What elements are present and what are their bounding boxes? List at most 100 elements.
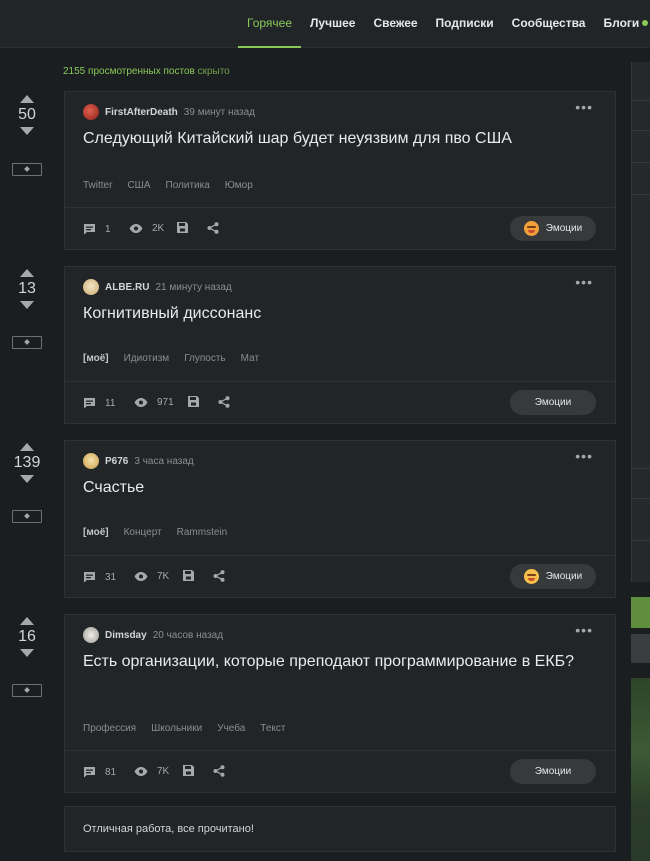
post-score: 16 (18, 628, 36, 645)
downvote-icon[interactable] (20, 475, 34, 483)
nav-tab-subscriptions[interactable]: Подписки (427, 0, 503, 48)
share-icon[interactable] (218, 396, 230, 408)
downvote-icon[interactable] (20, 127, 34, 135)
post-score: 50 (18, 106, 36, 123)
tag-link[interactable]: Мат (241, 353, 259, 364)
post-title[interactable]: Когнитивный диссонанс (83, 302, 583, 325)
tag-link[interactable]: Глупость (184, 353, 225, 364)
post-time: 39 минут назад (183, 106, 255, 118)
save-icon[interactable] (177, 222, 188, 233)
author-name[interactable]: P676 (105, 456, 128, 467)
emotions-button[interactable]: Эмоции (510, 564, 596, 589)
tag-link[interactable]: Идиотизм (124, 353, 170, 364)
tag-link[interactable]: Профессия (83, 723, 136, 734)
emotions-label: Эмоции (534, 766, 572, 777)
nav-tab-blogs[interactable]: Блоги (594, 0, 650, 48)
views-count: 971 (157, 397, 174, 408)
nav-tab-best[interactable]: Лучшее (301, 0, 364, 48)
author-name[interactable]: FirstAfterDeath (105, 107, 178, 118)
author-name[interactable]: Dimsday (105, 630, 147, 641)
tag-link[interactable]: Школьники (151, 723, 202, 734)
author-avatar[interactable] (83, 453, 99, 469)
top-navigation-bar: Горячее Лучшее Свежее Подписки Сообществ… (0, 0, 650, 48)
post-title[interactable]: Есть организации, которые преподают прог… (83, 650, 583, 673)
post-score: 139 (13, 454, 41, 471)
eye-icon (134, 398, 148, 407)
downvote-icon[interactable] (20, 301, 34, 309)
post-header: Dimsday 20 часов назад (83, 627, 223, 643)
more-options-icon[interactable]: ••• (575, 275, 593, 289)
share-icon[interactable] (213, 570, 225, 582)
right-sidebar (631, 62, 650, 582)
tag-link[interactable]: Политика (166, 180, 210, 191)
emotions-button[interactable]: Эмоции (510, 390, 596, 415)
views-count: 7K (157, 571, 170, 582)
sidebar-primary-button[interactable] (631, 597, 650, 628)
downvote-icon[interactable] (20, 649, 34, 657)
author-name[interactable]: ALBE.RU (105, 282, 149, 293)
more-options-icon[interactable]: ••• (575, 449, 593, 463)
save-icon[interactable] (183, 570, 194, 581)
tag-link[interactable]: Twitter (83, 180, 112, 191)
comments-stat[interactable]: 1 (83, 223, 111, 235)
share-icon[interactable] (207, 222, 219, 234)
save-post-icon[interactable] (12, 684, 42, 697)
tag-link[interactable]: Учеба (217, 723, 245, 734)
nav-tab-communities[interactable]: Сообщества (503, 0, 595, 48)
post-footer: 81 7K Эмоции (65, 750, 615, 792)
views-stat: 971 (134, 397, 174, 408)
tag-link[interactable]: США (127, 180, 150, 191)
upvote-icon[interactable] (20, 443, 34, 451)
post-time: 21 минуту назад (155, 281, 232, 293)
nav-tab-blogs-label: Блоги (603, 16, 640, 30)
post-header: FirstAfterDeath 39 минут назад (83, 104, 255, 120)
share-icon[interactable] (213, 765, 225, 777)
save-icon[interactable] (183, 765, 194, 776)
comments-count: 31 (105, 571, 117, 583)
save-post-icon[interactable] (12, 510, 42, 523)
views-stat: 2K (129, 223, 164, 234)
upvote-icon[interactable] (20, 269, 34, 277)
author-avatar[interactable] (83, 104, 99, 120)
post-title[interactable]: Счастье (83, 476, 583, 499)
vote-block: 50 (12, 95, 42, 176)
save-post-icon[interactable] (12, 163, 42, 176)
tag-link[interactable]: Юмор (225, 180, 253, 191)
comment-icon (84, 767, 95, 778)
viewed-posts-notice[interactable]: 2155 просмотренных постов скрыто (63, 66, 230, 77)
author-avatar[interactable] (83, 627, 99, 643)
tag-link[interactable]: Текст (260, 723, 285, 734)
nav-tab-fresh[interactable]: Свежее (364, 0, 426, 48)
emoji-face-icon (523, 569, 539, 584)
save-post-icon[interactable] (12, 336, 42, 349)
sidebar-banner-image[interactable] (631, 678, 650, 861)
nav-tab-hot[interactable]: Горячее (238, 0, 302, 48)
post-footer: 11 971 Эмоции (65, 381, 615, 423)
upvote-icon[interactable] (20, 617, 34, 625)
tag-link[interactable]: Rammstein (177, 527, 228, 538)
post-tags: Twitter США Политика Юмор (83, 180, 268, 191)
tag-link[interactable]: [моё] (83, 353, 109, 364)
views-stat: 7K (134, 766, 169, 777)
post-header: P676 3 часа назад (83, 453, 194, 469)
tag-link[interactable]: [моё] (83, 527, 109, 538)
post-card: ALBE.RU 21 минуту назад ••• Когнитивный … (64, 266, 616, 424)
all-read-notice: Отличная работа, все прочитано! (64, 806, 616, 852)
more-options-icon[interactable]: ••• (575, 623, 593, 637)
save-icon[interactable] (188, 396, 199, 407)
author-avatar[interactable] (83, 279, 99, 295)
upvote-icon[interactable] (20, 95, 34, 103)
views-count: 2K (152, 223, 165, 234)
post-title[interactable]: Следующий Китайский шар будет неуязвим д… (83, 127, 583, 150)
emotions-label: Эмоции (545, 223, 583, 234)
comments-stat[interactable]: 11 (83, 397, 115, 409)
comments-stat[interactable]: 31 (83, 571, 116, 583)
eye-icon (134, 572, 148, 581)
tag-link[interactable]: Концерт (124, 527, 162, 538)
emotions-button[interactable]: Эмоции (510, 759, 596, 784)
viewed-posts-count: 2155 просмотренных постов (63, 66, 195, 77)
comments-stat[interactable]: 81 (83, 766, 116, 778)
more-options-icon[interactable]: ••• (575, 100, 593, 114)
emotions-button[interactable]: Эмоции (510, 216, 596, 241)
sidebar-secondary-button[interactable] (631, 634, 650, 663)
